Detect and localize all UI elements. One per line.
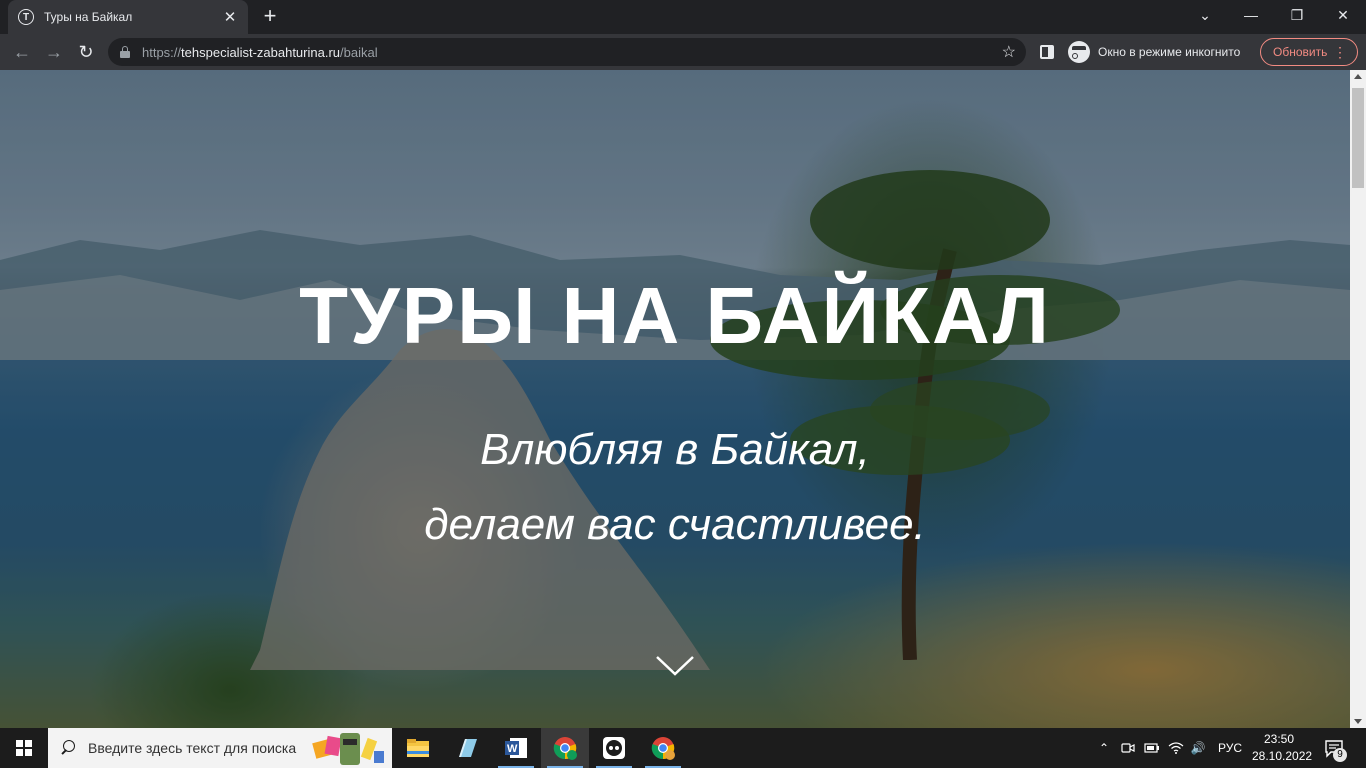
forward-button[interactable]: →	[41, 39, 67, 65]
tray-chevron-up-icon[interactable]: ⌃	[1094, 728, 1114, 768]
chrome-profile-icon	[651, 737, 675, 760]
lock-icon[interactable]	[120, 46, 130, 58]
browser-toolbar: ← → ↻ https://tehspecialist-zabahturina.…	[0, 34, 1366, 70]
tray-battery-icon[interactable]	[1142, 728, 1162, 768]
tab-search-icon[interactable]: ⌄	[1182, 0, 1228, 30]
taskbar-clock[interactable]: 23:50 28.10.2022	[1252, 731, 1313, 765]
notification-count-badge: 9	[1333, 748, 1347, 762]
chevron-down-icon[interactable]	[655, 655, 695, 677]
clock-time: 23:50	[1263, 732, 1295, 746]
url-host: tehspecialist-zabahturina.ru	[181, 44, 341, 60]
taskbar-file-explorer[interactable]	[394, 728, 442, 768]
reload-button[interactable]: ↻	[73, 39, 99, 65]
tab-close-icon[interactable]: ✕	[222, 8, 238, 26]
search-highlight-illustration-icon	[312, 733, 384, 765]
address-bar[interactable]: https://tehspecialist-zabahturina.ru/bai…	[108, 38, 1026, 66]
bookmark-star-icon[interactable]: ☆	[1002, 42, 1016, 62]
incognito-label: Окно в режиме инкогнито	[1098, 45, 1241, 59]
url-scheme: https://	[142, 44, 182, 60]
search-placeholder: Введите здесь текст для поиска	[88, 740, 297, 756]
hero-overlay	[0, 70, 1350, 728]
scroll-up-arrow-icon[interactable]	[1354, 74, 1362, 79]
tab-strip: T Туры на Байкал ✕ + ⌄ — ❐ ✕	[0, 0, 1366, 34]
start-button[interactable]	[0, 728, 48, 768]
notes-app-icon	[459, 739, 477, 757]
taskbar-word[interactable]: W	[492, 728, 540, 768]
chrome-icon	[553, 737, 577, 760]
folder-icon	[407, 739, 429, 757]
taskbar-search-box[interactable]: Введите здесь текст для поиска	[48, 728, 392, 768]
clock-date: 28.10.2022	[1252, 749, 1313, 763]
search-icon	[60, 740, 76, 756]
windows-logo-icon	[16, 740, 32, 756]
back-button[interactable]: ←	[9, 39, 35, 65]
menu-dots-icon[interactable]: ⋮	[1333, 43, 1347, 61]
hero-title: ТУРЫ НА БАЙКАЛ	[299, 271, 1051, 360]
tray-wifi-icon[interactable]	[1166, 728, 1186, 768]
restore-button[interactable]: ❐	[1274, 0, 1320, 30]
hero-subtitle-line2: делаем вас счастливее.	[424, 500, 926, 549]
scroll-thumb[interactable]	[1352, 88, 1364, 188]
tray-speaker-icon[interactable]: 🔊	[1188, 728, 1208, 768]
tray-language[interactable]: РУС	[1214, 728, 1246, 768]
url-path: /baikal	[340, 44, 378, 60]
browser-tab[interactable]: T Туры на Байкал ✕	[8, 0, 248, 34]
hero-subtitle-line1: Влюбляя в Байкал,	[480, 425, 870, 474]
tray-meet-icon[interactable]	[1118, 728, 1138, 768]
incognito-icon	[1068, 41, 1090, 63]
taskbar-notes-app[interactable]	[443, 728, 491, 768]
word-icon: W	[505, 738, 527, 758]
new-tab-button[interactable]: +	[259, 5, 281, 27]
incognito-app-icon	[603, 737, 625, 759]
url-text[interactable]: https://tehspecialist-zabahturina.ru/bai…	[142, 45, 378, 60]
taskbar-chrome-active[interactable]	[541, 728, 589, 768]
taskbar-incognito-app[interactable]	[590, 728, 638, 768]
close-window-button[interactable]: ✕	[1320, 0, 1366, 30]
taskbar-chrome-second[interactable]	[639, 728, 687, 768]
scroll-down-arrow-icon[interactable]	[1354, 719, 1362, 724]
update-button[interactable]: Обновить ⋮	[1260, 38, 1358, 66]
windows-taskbar: Введите здесь текст для поиска W ⌃ 🔊 РУС…	[0, 728, 1366, 768]
svg-text:W: W	[507, 743, 518, 755]
incognito-indicator[interactable]: Окно в режиме инкогнито	[1068, 41, 1240, 63]
minimize-button[interactable]: —	[1228, 0, 1274, 30]
tab-title: Туры на Байкал	[44, 10, 133, 24]
page-scrollbar[interactable]	[1350, 70, 1366, 728]
update-label: Обновить	[1273, 45, 1328, 59]
tab-favicon-icon: T	[18, 9, 34, 25]
side-panel-icon[interactable]	[1040, 45, 1054, 59]
page-hero: ТУРЫ НА БАЙКАЛ Влюбляя в Байкал, делаем …	[0, 70, 1350, 728]
